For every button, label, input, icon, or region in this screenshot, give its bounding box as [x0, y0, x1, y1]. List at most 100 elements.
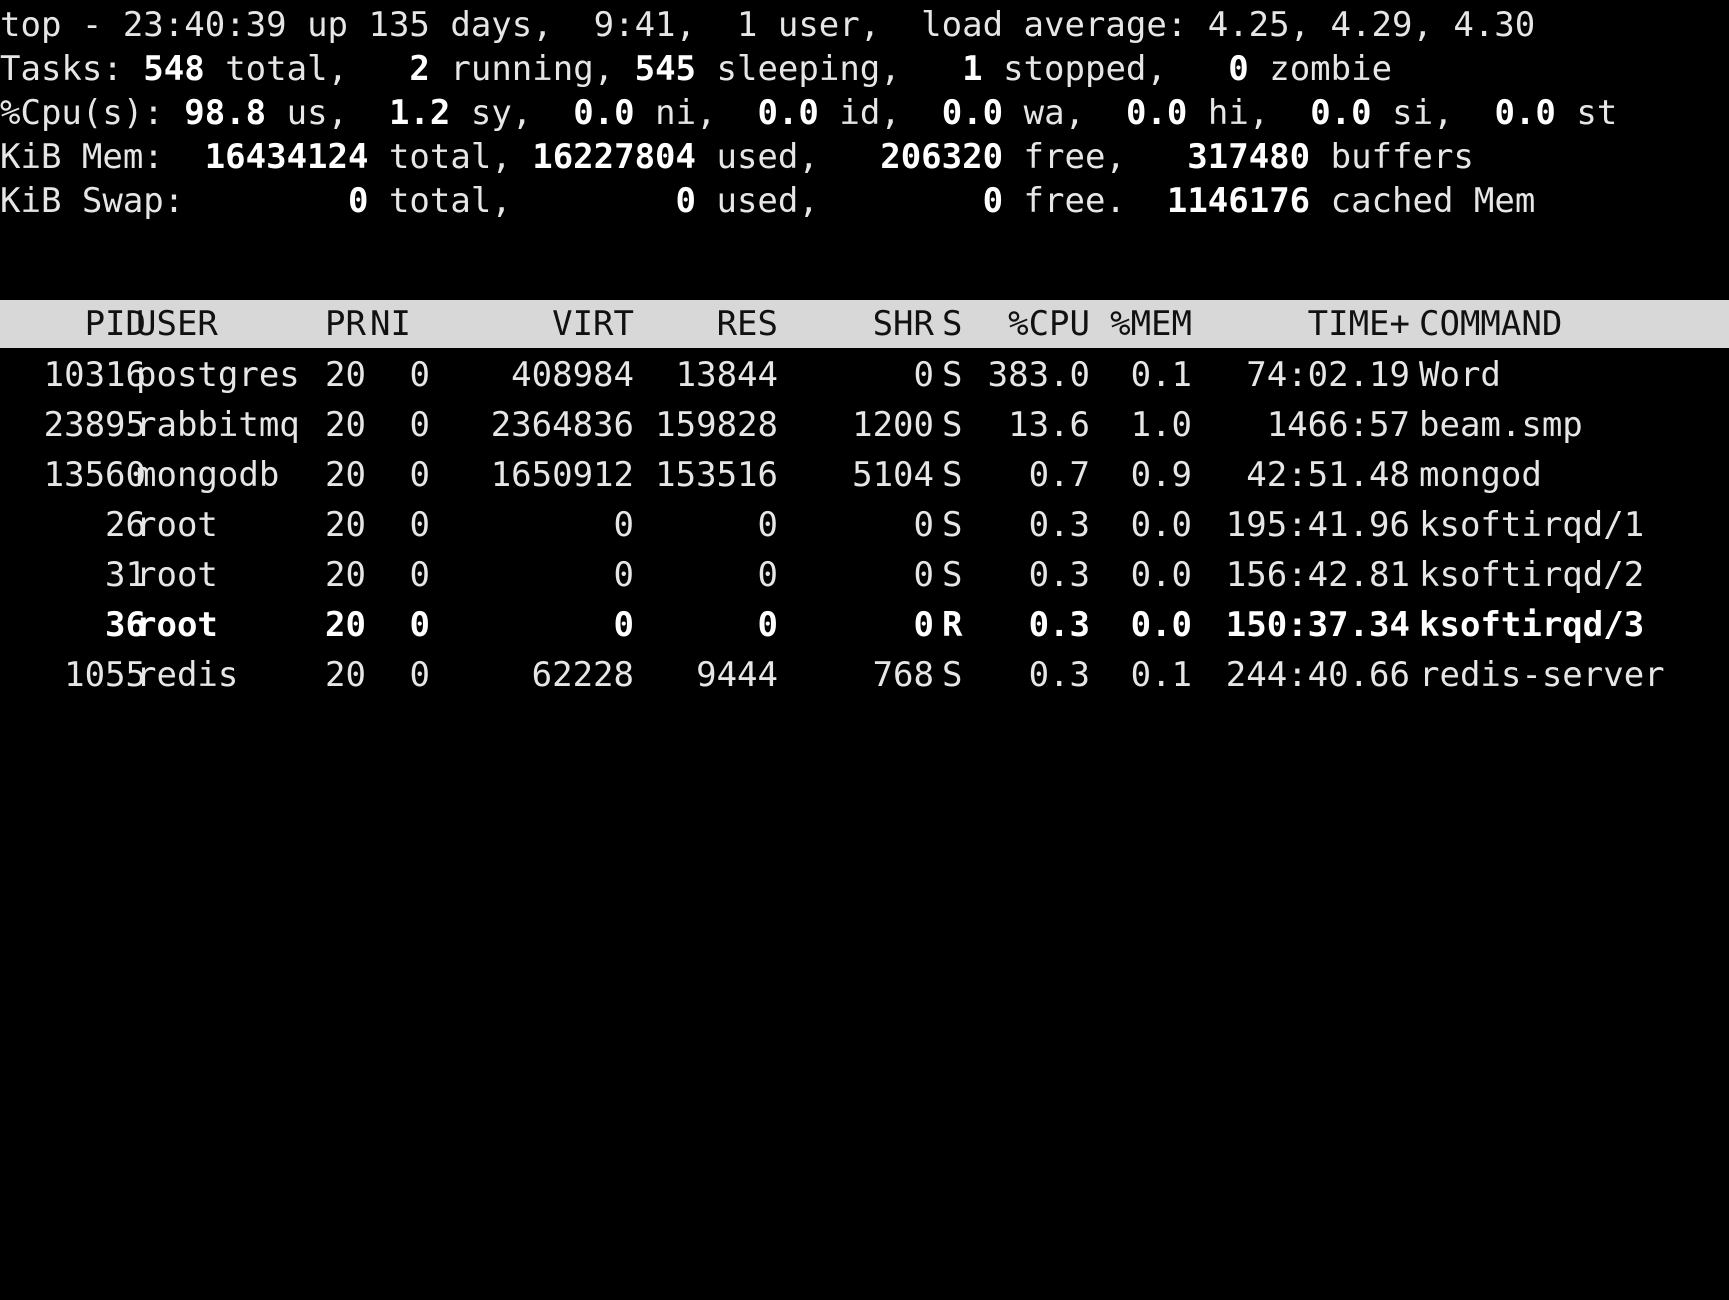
- cell-pid: 1055: [64, 655, 146, 695]
- cpu-hi: 0.0: [1125, 93, 1188, 133]
- mem-total: 16434124: [204, 137, 369, 177]
- cell-shr: 0: [913, 355, 934, 395]
- cell-shr: 0: [913, 505, 934, 545]
- col-header-mem[interactable]: %MEM: [1090, 300, 1192, 348]
- table-row[interactable]: 10316 postgres 20 0 408984 13844 0 S 383…: [0, 350, 1729, 400]
- col-header-pid[interactable]: PID: [0, 300, 146, 348]
- swap-cached: 1146176: [1166, 181, 1311, 221]
- tasks-stopped: 1: [962, 49, 983, 89]
- col-header-user[interactable]: USER: [136, 300, 341, 348]
- cell-pid: 31: [105, 555, 146, 595]
- col-header-command[interactable]: COMMAND: [1419, 300, 1729, 348]
- cell-user: root: [136, 605, 218, 645]
- cell-time: 1466:57: [1266, 405, 1410, 445]
- cell-res: 9444: [696, 655, 778, 695]
- tasks-total: 548: [143, 49, 205, 89]
- cell-pid: 36: [105, 605, 146, 645]
- cpu-id: 0.0: [757, 93, 819, 133]
- cell-pid: 23895: [43, 405, 146, 445]
- table-row[interactable]: 26 root 20 0 0 0 0 S 0.3 0.0 195:41.96 k…: [0, 500, 1729, 550]
- col-header-res[interactable]: RES: [634, 300, 778, 348]
- swap-cached-label: cached Mem: [1310, 181, 1536, 221]
- cpu-id-label: id,: [818, 93, 942, 133]
- cell-virt: 62228: [531, 655, 634, 695]
- summary-tasks-line: Tasks: 548 total, 2 running, 545 sleepin…: [0, 44, 1392, 94]
- cell-command: ksoftirqd/2: [1419, 555, 1645, 595]
- col-header-virt[interactable]: VIRT: [452, 300, 634, 348]
- swap-total: 0: [348, 181, 369, 221]
- cell-cpu: 0.7: [1028, 455, 1090, 495]
- summary-top-line: top - 23:40:39 up 135 days, 9:41, 1 user…: [0, 0, 1535, 50]
- cell-user: root: [136, 505, 218, 545]
- cell-ni: 0: [409, 655, 430, 695]
- cell-ni: 0: [409, 605, 430, 645]
- cell-ni: 0: [409, 405, 430, 445]
- cell-pr: 20: [325, 455, 366, 495]
- cell-ni: 0: [409, 505, 430, 545]
- cell-command: Word: [1419, 355, 1501, 395]
- col-header-shr[interactable]: SHR: [780, 300, 934, 348]
- load-average: 4.25, 4.29, 4.30: [1207, 5, 1536, 45]
- tasks-running-label: running,: [429, 49, 635, 89]
- cell-res: 0: [757, 605, 778, 645]
- cell-command: redis-server: [1419, 655, 1665, 695]
- tasks-total-label: total,: [204, 49, 410, 89]
- swap-free: 0: [982, 181, 1004, 221]
- col-header-time[interactable]: TIME+: [1192, 300, 1410, 348]
- cell-mem: 0.9: [1130, 455, 1192, 495]
- cell-time: 42:51.48: [1246, 455, 1410, 495]
- cpu-ni-label: ni,: [634, 93, 758, 133]
- cell-pid: 26: [105, 505, 146, 545]
- col-header-cpu[interactable]: %CPU: [960, 300, 1090, 348]
- table-row[interactable]: 13560 mongodb 20 0 1650912 153516 5104 S…: [0, 450, 1729, 500]
- cell-mem: 1.0: [1130, 405, 1192, 445]
- table-row[interactable]: 31 root 20 0 0 0 0 S 0.3 0.0 156:42.81 k…: [0, 550, 1729, 600]
- swap-free-label: free.: [1003, 181, 1167, 221]
- cell-cpu: 0.3: [1028, 505, 1090, 545]
- cell-user: rabbitmq: [136, 405, 300, 445]
- cell-pid: 13560: [43, 455, 146, 495]
- cell-res: 13844: [675, 355, 778, 395]
- cell-cpu: 383.0: [987, 355, 1090, 395]
- cell-ni: 0: [409, 455, 430, 495]
- swap-total-label: total,: [368, 181, 676, 221]
- tasks-stopped-label: stopped,: [982, 49, 1229, 89]
- cell-shr: 1200: [852, 405, 934, 445]
- cell-virt: 0: [613, 605, 634, 645]
- col-header-ni[interactable]: NI: [370, 300, 452, 348]
- mem-free: 206320: [880, 137, 1004, 177]
- cell-pid: 10316: [43, 355, 146, 395]
- cell-pr: 20: [325, 405, 366, 445]
- cpu-wa-label: wa,: [1003, 93, 1126, 133]
- mem-buffers-label: buffers: [1310, 137, 1474, 177]
- table-row[interactable]: 1055 redis 20 0 62228 9444 768 S 0.3 0.1…: [0, 650, 1729, 700]
- tasks-running: 2: [409, 49, 430, 89]
- cell-time: 195:41.96: [1225, 505, 1410, 545]
- cell-command: beam.smp: [1419, 405, 1583, 445]
- cell-shr: 768: [872, 655, 934, 695]
- cell-pr: 20: [325, 505, 366, 545]
- cell-virt: 1650912: [490, 455, 634, 495]
- summary-cpu-line: %Cpu(s): 98.8 us, 1.2 sy, 0.0 ni, 0.0 id…: [0, 88, 1617, 138]
- cell-pr: 20: [325, 355, 366, 395]
- cell-cpu: 13.6: [1008, 405, 1090, 445]
- cell-command: mongod: [1419, 455, 1542, 495]
- cell-mem: 0.0: [1130, 505, 1192, 545]
- cell-mem: 0.1: [1130, 655, 1192, 695]
- cell-user: postgres: [136, 355, 300, 395]
- cell-time: 74:02.19: [1246, 355, 1410, 395]
- tasks-sleeping: 545: [634, 49, 697, 89]
- table-row[interactable]: 23895 rabbitmq 20 0 2364836 159828 1200 …: [0, 400, 1729, 450]
- cell-shr: 0: [913, 605, 934, 645]
- swap-label: KiB Swap:: [0, 181, 348, 221]
- cell-ni: 0: [409, 355, 430, 395]
- summary-swap-line: KiB Swap: 0 total, 0 used, 0 free. 11461…: [0, 176, 1535, 226]
- cell-mem: 0.1: [1130, 355, 1192, 395]
- cell-cpu: 0.3: [1028, 605, 1090, 645]
- cell-shr: 5104: [852, 455, 934, 495]
- cell-user: root: [136, 555, 218, 595]
- table-row-selected[interactable]: 36 root 20 0 0 0 0 R 0.3 0.0 150:37.34 k…: [0, 600, 1729, 650]
- current-time: 23:40:39: [122, 5, 287, 45]
- cell-pr: 20: [325, 655, 366, 695]
- swap-used-label: used,: [696, 181, 983, 221]
